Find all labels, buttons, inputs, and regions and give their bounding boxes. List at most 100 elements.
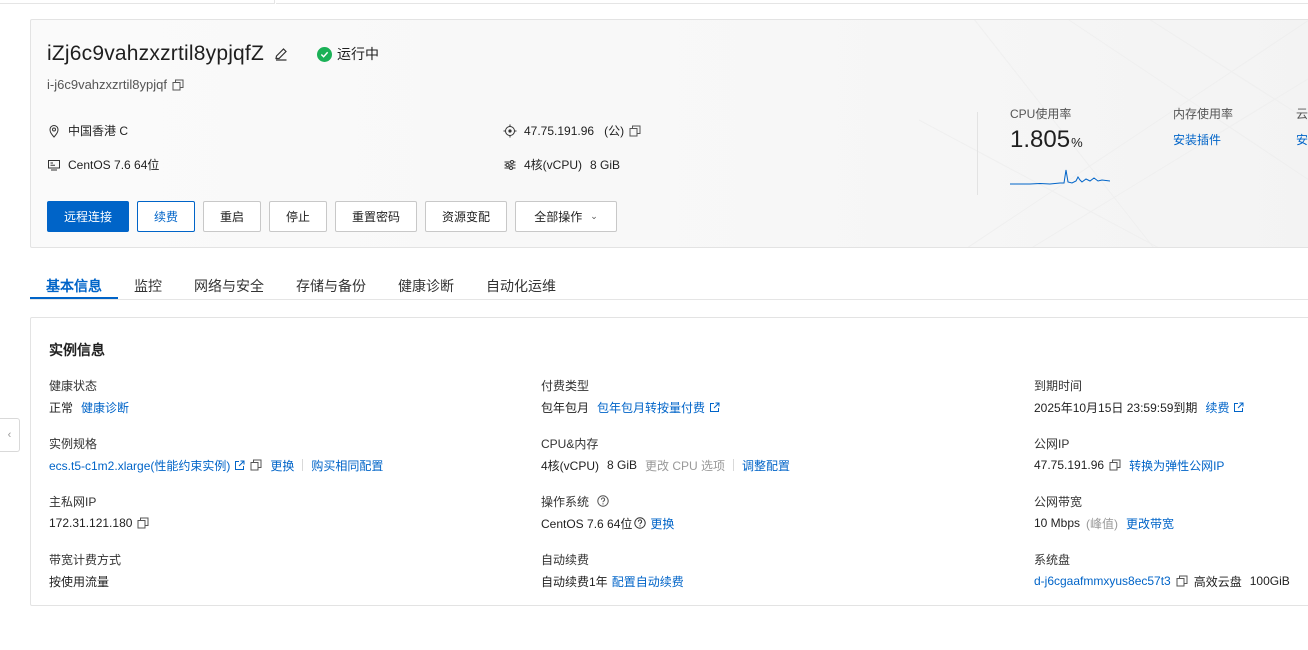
help-icon[interactable] [597,495,609,507]
bandwidth-label: 公网带宽 [1034,494,1083,509]
disk-type: 高效云盘 [1193,574,1242,589]
spec-field: 实例规格 ecs.t5-c1m2.xlarge(性能约束实例) 更换 购买相同配… [49,435,383,473]
renew-link[interactable]: 续费 [1205,399,1229,416]
resource-change-button[interactable]: 资源变配 [425,201,507,232]
bandwidth-note: (峰值) [1086,516,1119,531]
detail-tabs: 基本信息 监控 网络与安全 存储与备份 健康诊断 自动化运维 [30,266,572,299]
instance-id: i-j6c9vahzxzrtil8ypjqf [47,77,167,92]
spec-link[interactable]: ecs.t5-c1m2.xlarge(性能约束实例) [49,457,230,474]
external-link-icon[interactable] [709,402,720,413]
system-disk-link[interactable]: d-j6cgaafmmxyus8ec57t3 [1034,574,1171,588]
tab-storage-backup[interactable]: 存储与备份 [280,266,382,299]
section-title: 实例信息 [49,342,105,358]
cloud-monitor-label: 云 [1296,107,1308,121]
buy-same-config-link[interactable]: 购买相同配置 [311,457,383,474]
bandwidth-value: 10 Mbps [1034,516,1081,530]
copy-icon[interactable] [172,79,184,91]
auto-renew-label: 自动续费 [541,552,590,567]
copy-icon[interactable] [137,517,149,529]
tab-basic-info[interactable]: 基本信息 [30,266,118,299]
separator [302,459,304,471]
public-ip-label: 公网IP [1034,436,1070,451]
location-pin-icon [47,124,61,138]
separator [733,459,735,471]
cpu-memory-label: CPU&内存 [541,436,599,451]
cpu-memory-cpu: 4核(vCPU) [541,458,600,473]
remote-connect-button[interactable]: 远程连接 [47,201,129,232]
ip-info: 47.75.191.96 (公) [503,122,641,139]
adjust-config-link[interactable]: 调整配置 [742,457,790,474]
region-text: 中国香港 C [68,124,129,138]
spec-info: 4核(vCPU) 8 GiB [503,156,620,173]
cloud-monitor-link[interactable]: 安 [1296,131,1308,148]
bandwidth-billing-field: 带宽计费方式 按使用流量 [49,551,121,589]
os-icon [47,158,61,172]
cpu-sparkline [1010,169,1110,185]
cpu-memory-field: CPU&内存 4核(vCPU) 8 GiB 更改 CPU 选项 调整配置 [541,435,790,473]
help-icon[interactable] [634,517,647,529]
change-spec-link[interactable]: 更换 [270,457,294,474]
action-buttons: 远程连接 续费 重启 停止 重置密码 资源变配 全部操作 ⌄ [47,201,625,232]
bandwidth-billing-label: 带宽计费方式 [49,552,122,567]
copy-icon[interactable] [250,459,262,471]
change-bandwidth-link[interactable]: 更改带宽 [1126,515,1174,532]
memory-text: 8 GiB [590,157,621,172]
config-auto-renew-link[interactable]: 配置自动续费 [612,573,684,590]
copy-icon[interactable] [1176,575,1188,587]
copy-icon[interactable] [629,125,641,137]
public-ip-field: 公网IP 47.75.191.96 转换为弹性公网IP [1034,435,1224,473]
os-info: CentOS 7.6 64位 [47,156,159,173]
convert-eip-link[interactable]: 转换为弹性公网IP [1129,457,1224,474]
auto-renew-field: 自动续费 自动续费1年 配置自动续费 [541,551,684,589]
cpu-usage-value: 1.805% [1010,126,1083,153]
instance-name: iZj6c9vahzxzrtil8ypjqfZ [47,42,264,65]
switch-payment-link[interactable]: 包年包月转按量付费 [597,399,705,416]
health-label: 健康状态 [49,378,98,393]
os-field: 操作系统 CentOS 7.6 64位 更换 [541,493,674,531]
cpu-memory-mem: 8 GiB [607,458,638,472]
target-icon [503,124,517,138]
all-actions-dropdown[interactable]: 全部操作 ⌄ [515,201,617,232]
spec-label: 实例规格 [49,436,98,451]
tabs-divider [30,299,1308,300]
copy-icon[interactable] [1109,459,1121,471]
instance-info-card: 实例信息 健康状态 正常 健康诊断 实例规格 ecs.t5-c1m2.xlarg… [30,317,1308,606]
os-label: 操作系统 [541,494,590,509]
tab-automation-ops[interactable]: 自动化运维 [470,266,572,299]
stop-button[interactable]: 停止 [269,201,327,232]
expire-value: 2025年10月15日 23:59:59到期 [1034,400,1198,415]
public-ip-value: 47.75.191.96 [1034,458,1105,472]
sidebar-collapse-toggle[interactable]: ‹ [0,418,20,452]
health-diagnosis-link[interactable]: 健康诊断 [81,399,129,416]
edit-icon[interactable] [273,46,289,62]
health-field: 健康状态 正常 健康诊断 [49,377,129,415]
install-plugin-link[interactable]: 安装插件 [1173,131,1221,148]
chevron-down-icon: ⌄ [590,211,598,221]
region-info: 中国香港 C [47,122,128,139]
payment-type-field: 付费类型 包年包月 包年包月转按量付费 [541,377,720,415]
external-link-icon[interactable] [234,460,245,471]
cpu-usage-label: CPU使用率 [1010,107,1072,121]
sliders-icon [503,158,517,172]
renew-button[interactable]: 续费 [137,201,195,232]
tab-network-security[interactable]: 网络与安全 [178,266,280,299]
private-ip-value: 172.31.121.180 [49,516,133,530]
system-disk-label: 系统盘 [1034,552,1071,567]
payment-type-value: 包年包月 [541,400,590,415]
check-circle-icon [317,46,332,62]
tab-monitor[interactable]: 监控 [118,266,178,299]
restart-button[interactable]: 重启 [203,201,261,232]
ip-text: 47.75.191.96 [524,123,595,138]
payment-type-label: 付费类型 [541,378,590,393]
chevron-left-icon: ‹ [7,429,12,441]
change-os-link[interactable]: 更换 [650,515,674,532]
os-text: CentOS 7.6 64位 [68,158,160,172]
external-link-icon[interactable] [1233,402,1244,413]
memory-usage-label: 内存使用率 [1173,107,1234,121]
private-ip-label: 主私网IP [49,494,97,509]
private-ip-field: 主私网IP 172.31.121.180 [49,493,149,531]
tab-health-diagnosis[interactable]: 健康诊断 [382,266,470,299]
reset-password-button[interactable]: 重置密码 [335,201,417,232]
change-cpu-options-disabled: 更改 CPU 选项 [645,458,726,473]
status-text: 运行中 [337,46,379,62]
